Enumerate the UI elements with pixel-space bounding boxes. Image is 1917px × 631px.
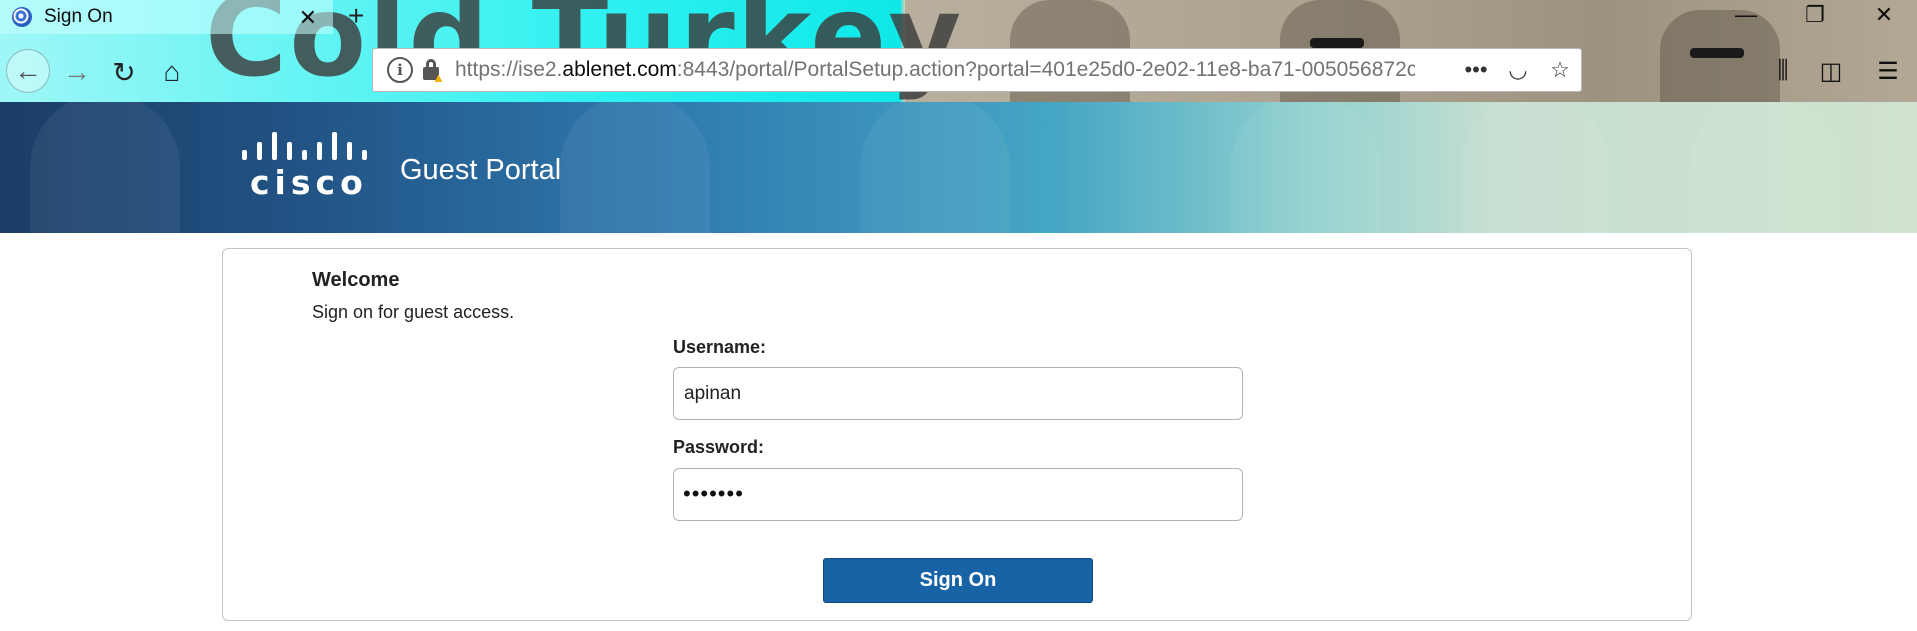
bookmark-star-icon[interactable]: ☆	[1539, 57, 1581, 83]
new-tab-icon[interactable]: +	[348, 0, 364, 32]
browser-chrome: Cold Turkey Sign On ✕ + — ❐ ✕ ← → ↻ ⌂ i …	[0, 0, 1917, 102]
window-close-icon[interactable]: ✕	[1864, 2, 1904, 28]
sign-on-button[interactable]: Sign On	[823, 558, 1093, 603]
header-decoration	[1230, 102, 1380, 233]
header-decoration	[1690, 102, 1840, 233]
tab-close-icon[interactable]: ✕	[299, 5, 317, 31]
welcome-heading: Welcome	[312, 269, 400, 291]
header-decoration	[860, 102, 1010, 233]
reload-button[interactable]: ↻	[102, 50, 146, 94]
sign-on-card: Welcome Sign on for guest access. Userna…	[222, 248, 1692, 621]
restore-icon[interactable]: ❐	[1795, 2, 1835, 28]
cisco-bars-icon	[240, 132, 372, 160]
browser-tab[interactable]: Sign On ✕	[0, 0, 333, 34]
back-arrow-icon: ←	[14, 55, 42, 86]
address-bar[interactable]: i ▲ https://ise2.ablenet.com:8443/portal…	[372, 48, 1582, 92]
menu-icon[interactable]: ☰	[1870, 57, 1906, 86]
theme-sunglasses	[1690, 48, 1744, 58]
username-label: Username:	[673, 337, 767, 357]
pocket-icon[interactable]: ◡	[1497, 57, 1539, 83]
url-path: :8443/portal/PortalSetup.action?portal=4…	[676, 58, 1415, 81]
home-button[interactable]: ⌂	[150, 50, 194, 94]
cisco-globe-icon	[12, 7, 32, 27]
home-icon: ⌂	[163, 56, 181, 87]
portal-header: cisco Guest Portal	[0, 102, 1917, 233]
cisco-logo: cisco	[240, 132, 372, 202]
forward-button[interactable]: →	[55, 50, 99, 94]
page-actions-icon[interactable]: •••	[1455, 57, 1497, 83]
site-info-icon[interactable]: i	[387, 57, 413, 83]
password-label: Password:	[673, 437, 765, 457]
tab-title: Sign On	[44, 6, 113, 27]
theme-sunglasses	[1310, 38, 1364, 48]
forward-arrow-icon: →	[63, 56, 91, 87]
insecure-lock-icon[interactable]: ▲	[421, 58, 445, 85]
portal-title: Guest Portal	[400, 154, 562, 186]
back-button[interactable]: ←	[6, 49, 50, 93]
sidebar-icon[interactable]: ◫	[1813, 57, 1849, 86]
username-field[interactable]	[673, 367, 1243, 420]
header-decoration	[1460, 102, 1610, 233]
library-icon[interactable]: ⫼	[1765, 57, 1801, 85]
password-field[interactable]	[673, 468, 1243, 521]
url-text[interactable]: https://ise2.ablenet.com:8443/portal/Por…	[455, 58, 1415, 82]
welcome-subtitle: Sign on for guest access.	[312, 302, 515, 322]
cisco-wordmark: cisco	[250, 163, 368, 202]
url-domain: ablenet.com	[562, 58, 677, 81]
header-decoration	[560, 102, 710, 233]
minimize-icon[interactable]: —	[1726, 2, 1766, 28]
header-decoration	[30, 102, 180, 233]
page-actions: ••• ◡ ☆	[1455, 49, 1581, 91]
reload-icon: ↻	[112, 56, 136, 88]
url-prefix: https://ise2.	[455, 58, 563, 81]
